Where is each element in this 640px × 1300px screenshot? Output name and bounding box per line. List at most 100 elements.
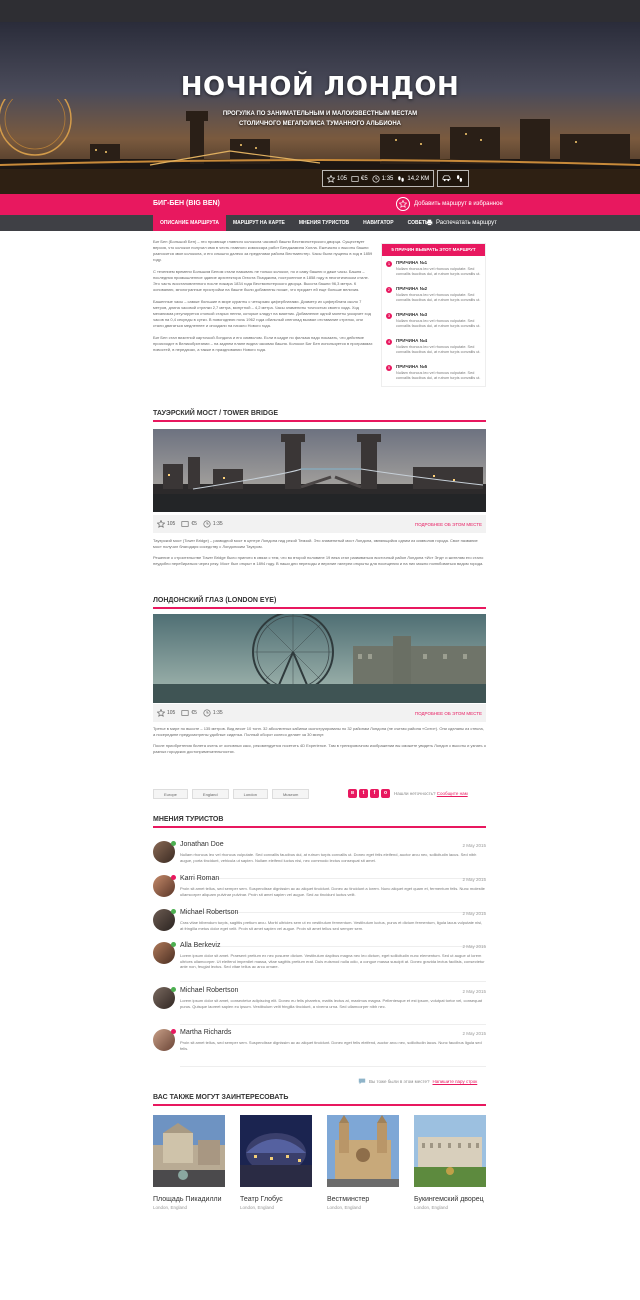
write-review-link[interactable]: Напишите пару строк bbox=[432, 1079, 477, 1084]
hero-banner: НОЧНОЙ ЛОНДОН ПРОГУЛКА ПО ЗАНИМАТЕЛЬНЫМ … bbox=[0, 22, 640, 194]
tag-museum[interactable]: Museum bbox=[271, 789, 310, 799]
globe-theatre-photo[interactable] bbox=[240, 1115, 312, 1187]
tab-route-description[interactable]: ОПИСАНИЕ МАРШРУТА bbox=[153, 215, 226, 231]
likes-stat[interactable]: 105 bbox=[157, 709, 175, 717]
online-indicator bbox=[171, 987, 176, 992]
review-text: Proin sit amet tellus, sed semper sem. S… bbox=[180, 886, 485, 897]
reason-text: Nullam rhoncus leo vel rhoncus vulputate… bbox=[396, 267, 481, 276]
reviewer-name[interactable]: Jonathan Doe bbox=[180, 841, 224, 848]
likes-count: 105 bbox=[167, 710, 176, 716]
likes-stat[interactable]: 105 bbox=[157, 520, 175, 528]
add-favorite-button[interactable]: Добавить маршрут в избранное bbox=[396, 197, 503, 211]
place-title: БИГ-БЕН (BIG BEN) bbox=[153, 200, 220, 207]
reason-number: 4 bbox=[386, 339, 392, 345]
time-value: 1:35 bbox=[212, 521, 223, 527]
tag-london[interactable]: London bbox=[232, 789, 268, 799]
tag-england[interactable]: England bbox=[191, 789, 229, 799]
reviewer-name[interactable]: Karri Roman bbox=[180, 875, 219, 882]
likes-stat[interactable]: 105 bbox=[327, 174, 348, 183]
description-paragraph: Биг Бен (Большой Бен) – это прозвище гла… bbox=[153, 239, 373, 262]
online-indicator bbox=[171, 942, 176, 947]
vk-icon[interactable]: в bbox=[348, 789, 357, 798]
tab-navigator[interactable]: НАВИГАТОР bbox=[356, 215, 400, 231]
twitter-icon[interactable]: t bbox=[359, 789, 368, 798]
price-value: €5 bbox=[191, 521, 197, 527]
online-indicator bbox=[171, 875, 176, 880]
description-paragraph: С течением времени Большим Беном стали н… bbox=[153, 269, 369, 292]
likes-count: 105 bbox=[337, 175, 348, 182]
star-icon bbox=[157, 520, 165, 528]
hero-title: НОЧНОЙ ЛОНДОН bbox=[180, 72, 460, 102]
walk-icon[interactable] bbox=[455, 174, 464, 183]
price-value: €5 bbox=[191, 710, 197, 716]
price-stat: €5 bbox=[181, 709, 197, 717]
tag-europe[interactable]: Europe bbox=[153, 789, 188, 799]
related-card[interactable]: Театр Глобус London, England bbox=[240, 1115, 312, 1210]
description-paragraph: Третье в мире по высоте – 135 метров. Ви… bbox=[153, 726, 484, 737]
review-text: Lorem ipsum dolor sit amet, consectetur … bbox=[180, 998, 482, 1009]
related-card[interactable]: Вестминстер London, England bbox=[327, 1115, 399, 1210]
share-buttons: в t f о bbox=[348, 789, 390, 798]
tab-route-map[interactable]: МАРШРУТ НА КАРТЕ bbox=[226, 215, 292, 231]
review-date: 2 May 2015 bbox=[462, 911, 486, 916]
clock-icon bbox=[203, 709, 211, 717]
reviewer-name[interactable]: Martha Richards bbox=[180, 1029, 231, 1036]
reason-number: 5 bbox=[386, 365, 392, 371]
time-value: 1:35 bbox=[381, 175, 394, 182]
related-card-title: Вестминстер bbox=[327, 1196, 370, 1203]
distance-stat: 14,2 КМ bbox=[397, 175, 429, 183]
review-text: Nullam rhoncus leo vel rhoncus vulputate… bbox=[180, 852, 477, 863]
route-stats: 105 €5 1:35 14,2 КМ bbox=[322, 170, 470, 187]
related-card[interactable]: Площадь Пикадилли London, England bbox=[153, 1115, 225, 1210]
star-icon bbox=[157, 709, 165, 717]
wallet-icon bbox=[181, 521, 189, 527]
reason-number: 2 bbox=[386, 287, 392, 293]
likes-count: 105 bbox=[167, 521, 176, 527]
comment-icon bbox=[358, 1078, 366, 1085]
clock-icon bbox=[372, 174, 380, 183]
piccadilly-photo[interactable] bbox=[153, 1115, 225, 1187]
reviewer-name[interactable]: Michael Robertson bbox=[180, 909, 238, 916]
reasons-panel: 5 ПРИЧИН ВЫБРАТЬ ЭТОТ МАРШРУТ 1 ПРИЧИНА … bbox=[381, 243, 486, 387]
distance-value: 14,2 КМ bbox=[407, 175, 430, 182]
more-about-place-link[interactable]: ПОДРОБНЕЕ ОБ ЭТОМ МЕСТЕ bbox=[415, 522, 482, 527]
reason-number: 1 bbox=[386, 261, 392, 267]
buckingham-palace-photo[interactable] bbox=[414, 1115, 486, 1187]
review-date: 2 May 2015 bbox=[462, 843, 486, 848]
odnoklassniki-icon[interactable]: о bbox=[381, 789, 390, 798]
description-paragraph: После приобретения билета очень от основ… bbox=[153, 743, 486, 754]
review-text: Proin sit amet tellus, sed semper sem. S… bbox=[180, 1040, 482, 1051]
tower-bridge-photo[interactable] bbox=[153, 429, 486, 512]
write-review-text: Вы тоже были в этом месте? bbox=[369, 1078, 430, 1084]
reason-text: Nullam rhoncus leo vel rhoncus vulputate… bbox=[396, 293, 481, 302]
car-icon[interactable] bbox=[442, 174, 451, 183]
related-card[interactable]: Букингемский дворец London, England bbox=[414, 1115, 486, 1210]
description-paragraph: Тауэрский мост (Tower Bridge) – разводно… bbox=[153, 538, 478, 549]
reason-item: 1 ПРИЧИНА №1 Nullam rhoncus leo vel rhon… bbox=[382, 256, 485, 282]
print-route-button[interactable]: Распечатать маршрут bbox=[426, 219, 497, 226]
reviewer-name[interactable]: Alla Berkeviz bbox=[180, 942, 220, 949]
tab-tourist-reviews[interactable]: МНЕНИЯ ТУРИСТОВ bbox=[292, 215, 356, 231]
report-text: Нашли неточность? bbox=[394, 791, 436, 796]
reasons-heading: 5 ПРИЧИН ВЫБРАТЬ ЭТОТ МАРШРУТ bbox=[382, 244, 485, 256]
price-value: €5 bbox=[361, 175, 368, 182]
reason-text: Nullam rhoncus leo vel rhoncus vulputate… bbox=[396, 345, 481, 354]
westminster-photo[interactable] bbox=[327, 1115, 399, 1187]
route-description: Биг Бен (Большой Бен) – это прозвище гла… bbox=[153, 239, 373, 359]
related-card-location: London, England bbox=[414, 1205, 449, 1210]
reviewer-name[interactable]: Michael Robertson bbox=[180, 987, 238, 994]
tags-list: Europe England London Museum bbox=[153, 789, 310, 799]
london-eye-photo[interactable] bbox=[153, 614, 486, 703]
write-review-prompt: Вы тоже были в этом месте? Напишите пару… bbox=[358, 1077, 477, 1085]
report-link[interactable]: Сообщите нам bbox=[437, 791, 468, 796]
related-title: ВАС ТАКЖЕ МОГУТ ЗАИНТЕРЕСОВАТЬ bbox=[153, 1094, 486, 1106]
time-stat: 1:35 bbox=[203, 709, 223, 717]
reason-title: ПРИЧИНА №5 bbox=[396, 364, 428, 369]
more-about-place-link[interactable]: ПОДРОБНЕЕ ОБ ЭТОМ МЕСТЕ bbox=[415, 711, 482, 716]
london-eye-info-bar: 105 €5 1:35 ПОДРОБНЕЕ ОБ ЭТОМ МЕСТЕ bbox=[153, 704, 486, 722]
facebook-icon[interactable]: f bbox=[370, 789, 379, 798]
favorite-star-icon bbox=[396, 197, 410, 211]
time-stat: 1:35 bbox=[203, 520, 223, 528]
london-eye-title: ЛОНДОНСКИЙ ГЛАЗ (LONDON EYE) bbox=[153, 597, 486, 609]
price-stat: €5 bbox=[351, 175, 368, 183]
